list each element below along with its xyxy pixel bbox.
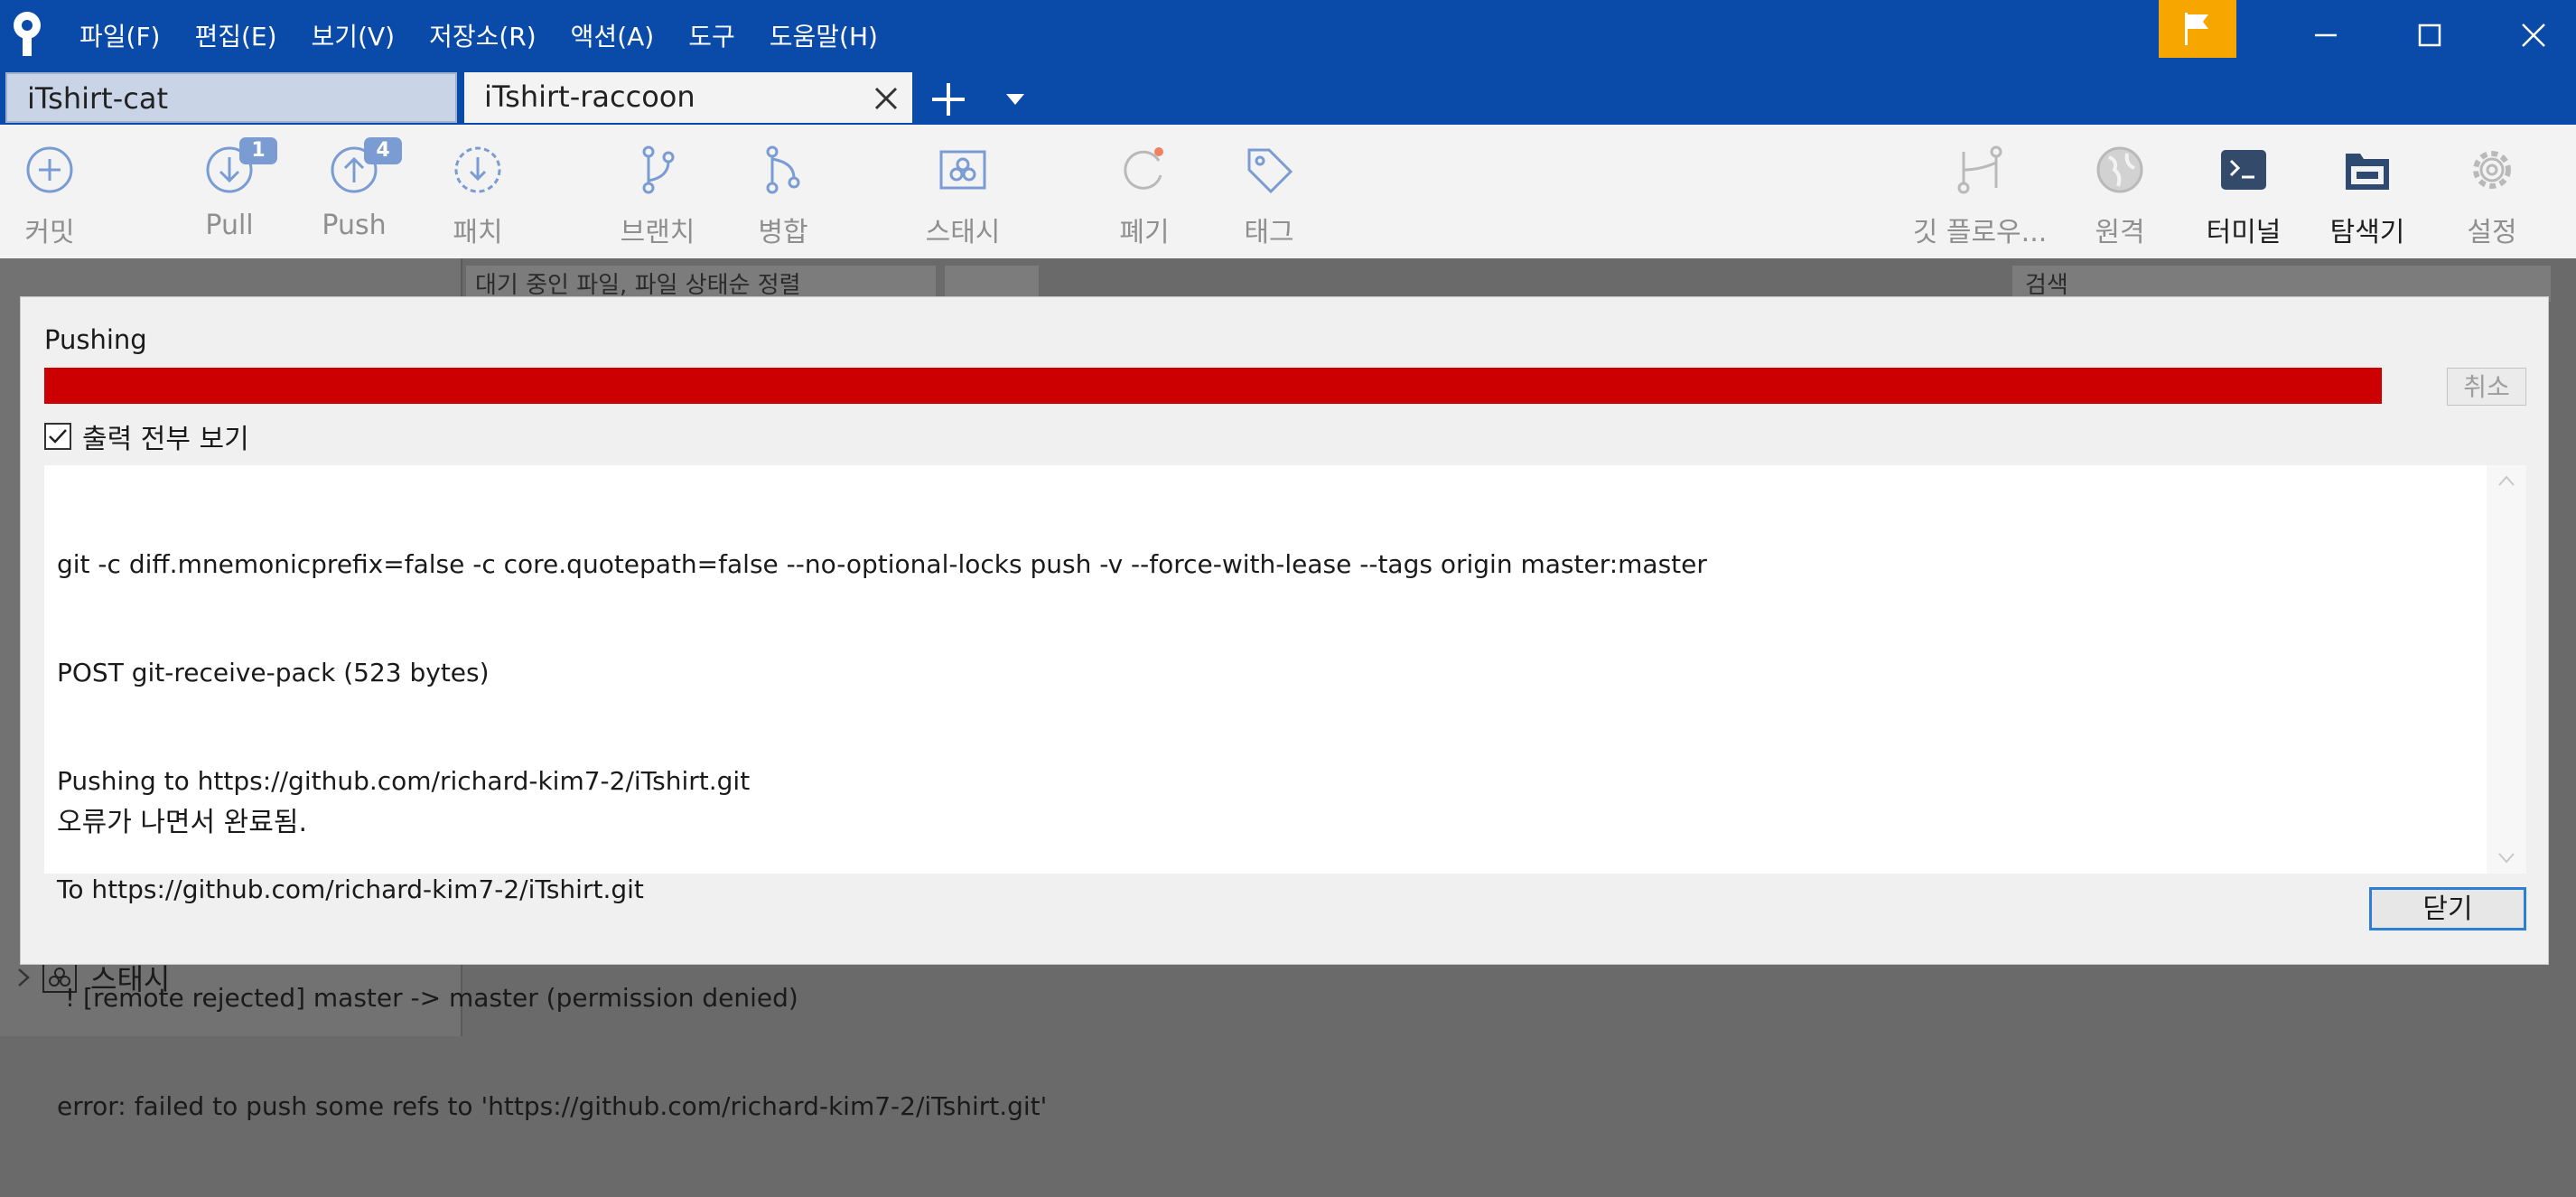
completion-status: 오류가 나면서 완료됨. (57, 807, 308, 838)
stash-label: 스태시 (925, 217, 1001, 248)
output-scrollbar[interactable] (2487, 465, 2526, 874)
log-line: ! [remote rejected] master -> master (pe… (57, 983, 798, 1013)
chevron-down-icon[interactable] (1004, 92, 1026, 107)
remote-button[interactable]: 원격 (2052, 125, 2188, 258)
log-line: POST git-receive-pack (523 bytes) (57, 658, 490, 687)
commit-label: 커밋 (24, 217, 75, 248)
tab-strip: iTshirt-cat iTshirt-raccoon (0, 70, 2576, 125)
patch-icon (454, 146, 501, 193)
push-count-badge: 4 (364, 137, 402, 164)
checkmark-icon (49, 429, 67, 444)
merge-icon (766, 145, 800, 194)
pull-label: Pull (205, 210, 254, 241)
explorer-button[interactable]: 탐색기 (2300, 125, 2435, 258)
dialog-title: Pushing (44, 324, 147, 355)
minimize-button[interactable] (2281, 0, 2371, 70)
toolbar: 커밋 1 Pull 4 Push 패치 브랜치 병합 스태시 폐기 태그 깃 플… (0, 125, 2576, 258)
output-log[interactable]: git -c diff.mnemonicprefix=false -c core… (44, 465, 2510, 1121)
gear-icon (2473, 151, 2511, 189)
branch-icon (642, 145, 675, 194)
globe-icon (2096, 146, 2143, 193)
title-bar: 파일(F) 편집(E) 보기(V) 저장소(R) 액션(A) 도구 도움말(H) (0, 0, 2576, 70)
settings-button[interactable]: 설정 (2424, 125, 2560, 258)
menu-bar: 파일(F) 편집(E) 보기(V) 저장소(R) 액션(A) 도구 도움말(H) (79, 0, 912, 70)
notification-flag-button[interactable] (2159, 0, 2236, 58)
git-flow-icon (1957, 145, 2002, 194)
flag-icon (2185, 13, 2208, 45)
git-flow-button[interactable]: 깃 플로우... (1909, 125, 2050, 258)
show-full-output-checkbox[interactable]: 출력 전부 보기 (44, 418, 249, 455)
maximize-button[interactable] (2385, 0, 2475, 70)
menu-edit[interactable]: 편집(E) (194, 17, 276, 53)
log-line: To https://github.com/richard-kim7-2/iTs… (57, 874, 644, 904)
commit-icon (26, 146, 73, 193)
stash-button[interactable]: 스태시 (895, 125, 1031, 258)
menu-help[interactable]: 도움말(H) (770, 17, 878, 53)
log-line: git -c diff.mnemonicprefix=false -c core… (57, 549, 1707, 579)
maximize-icon (2418, 23, 2441, 47)
pull-button[interactable]: 1 Pull (162, 125, 297, 258)
tab-label: iTshirt-cat (27, 81, 168, 116)
folder-icon (2346, 154, 2389, 190)
chevron-up-icon[interactable] (2497, 474, 2515, 487)
menu-actions[interactable]: 액션(A) (571, 17, 655, 53)
progress-bar (44, 368, 2382, 404)
explorer-label: 탐색기 (2329, 217, 2405, 248)
menu-repository[interactable]: 저장소(R) (429, 17, 537, 53)
tab-itshirt-cat[interactable]: iTshirt-cat (5, 72, 457, 123)
cancel-button[interactable]: 취소 (2447, 368, 2526, 406)
branch-button[interactable]: 브랜치 (590, 125, 725, 258)
chevron-right-icon (18, 968, 30, 987)
remote-label: 원격 (2095, 217, 2145, 248)
stash-icon (939, 150, 986, 190)
pull-count-badge: 1 (239, 137, 277, 164)
terminal-label: 터미널 (2206, 217, 2282, 248)
push-progress-dialog: Pushing 취소 출력 전부 보기 git -c diff.mnemonic… (20, 296, 2549, 1121)
settings-label: 설정 (2467, 217, 2517, 248)
menu-tools[interactable]: 도구 (688, 17, 735, 53)
push-label: Push (322, 210, 387, 241)
commit-button[interactable]: 커밋 (0, 125, 117, 258)
tab-label: iTshirt-raccoon (484, 79, 695, 114)
menu-file[interactable]: 파일(F) (79, 17, 160, 53)
log-line: error: failed to push some refs to 'http… (57, 1091, 1048, 1121)
tag-button[interactable]: 태그 (1201, 125, 1337, 258)
sourcetree-logo-icon (14, 12, 41, 56)
discard-button[interactable]: 폐기 (1077, 125, 1212, 258)
close-window-button[interactable] (2488, 0, 2576, 70)
add-tab-icon[interactable] (930, 81, 966, 117)
terminal-icon (2221, 150, 2266, 190)
log-line: Pushing to https://github.com/richard-ki… (57, 766, 751, 796)
branch-label: 브랜치 (620, 217, 695, 248)
close-button[interactable]: 닫기 (2369, 887, 2526, 930)
tab-itshirt-raccoon[interactable]: iTshirt-raccoon (464, 72, 912, 123)
merge-button[interactable]: 병합 (715, 125, 851, 258)
minimize-icon (2315, 33, 2337, 37)
checkbox[interactable] (44, 423, 71, 450)
progress-bar-fill (44, 368, 2382, 404)
push-button[interactable]: 4 Push (286, 125, 422, 258)
patch-button[interactable]: 패치 (410, 125, 546, 258)
patch-label: 패치 (453, 217, 503, 248)
tab-close-icon[interactable] (873, 85, 900, 112)
git-flow-label: 깃 플로우... (1912, 217, 2048, 248)
menu-view[interactable]: 보기(V) (312, 17, 396, 53)
close-icon (2522, 23, 2545, 47)
checkbox-label: 출력 전부 보기 (82, 424, 249, 455)
discard-label: 폐기 (1119, 217, 1170, 248)
merge-label: 병합 (758, 217, 808, 248)
tag-icon (1247, 148, 1293, 194)
terminal-button[interactable]: 터미널 (2176, 125, 2311, 258)
tag-label: 태그 (1244, 217, 1294, 248)
chevron-down-icon[interactable] (2497, 852, 2515, 865)
discard-icon (1124, 147, 1163, 190)
